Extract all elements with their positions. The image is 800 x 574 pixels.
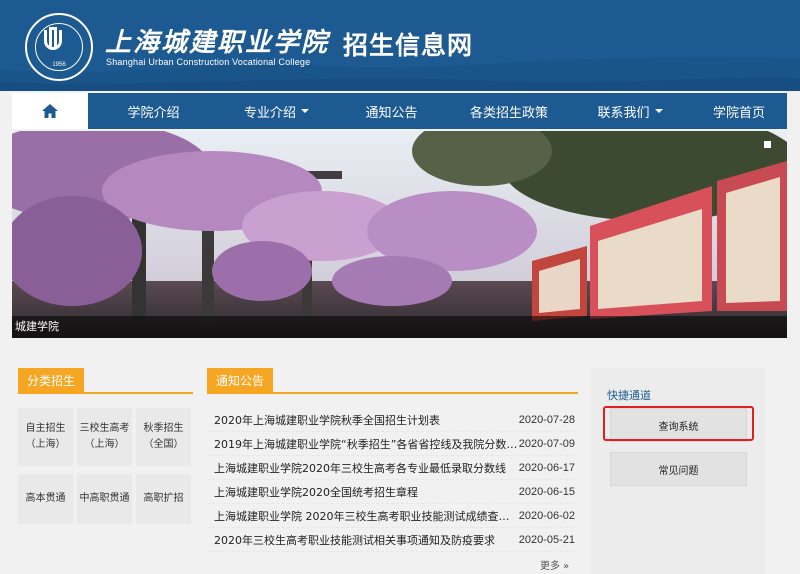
nav-label: 学院介绍	[127, 105, 180, 121]
category-item[interactable]: 中高职贯通	[77, 474, 132, 524]
notice-title[interactable]: 2019年上海城建职业学院“秋季招生”各省省控线及我院分数线...	[214, 436, 519, 452]
button-label: 常见问题	[658, 465, 699, 477]
nav-college-home[interactable]: 学院首页	[691, 93, 787, 129]
slide-indicator[interactable]	[764, 141, 771, 148]
notice-date: 2020-06-15	[518, 485, 575, 498]
college-name-en: Shanghai Urban Construction Vocational C…	[106, 57, 311, 67]
category-item[interactable]: 高职扩招	[136, 474, 191, 524]
category-item[interactable]: 秋季招生 （全国）	[136, 408, 191, 466]
category-item[interactable]: 自主招生 （上海）	[18, 408, 73, 466]
banner-caption: 城建学院	[12, 316, 787, 338]
notice-date: 2020-06-17	[518, 461, 575, 474]
notice-title[interactable]: 上海城建职业学院2020年三校生高考各专业最低录取分数线	[214, 460, 519, 476]
nav-label: 通知公告	[365, 105, 418, 121]
notice-date: 2020-06-02	[518, 509, 575, 522]
notice-title[interactable]: 2020年三校生高考职业技能测试相关事项通知及防疫要求	[214, 532, 519, 548]
nav-notices[interactable]: 通知公告	[334, 93, 449, 129]
home-icon	[42, 104, 58, 118]
categories-header: 分类招生	[18, 366, 193, 394]
notice-date: 2020-05-21	[518, 533, 575, 546]
nav-majors[interactable]: 专业介绍	[219, 93, 334, 129]
nav-label: 联系我们	[597, 105, 650, 121]
site-title: 招生信息网	[343, 31, 474, 60]
faq-button[interactable]: 常见问题	[610, 452, 747, 486]
nav-home[interactable]	[12, 93, 88, 129]
nav-label: 各类招生政策	[469, 105, 548, 121]
notice-row[interactable]: 2020年三校生高考职业技能测试相关事项通知及防疫要求 2020-05-21	[207, 528, 578, 552]
caret-down-icon	[654, 109, 663, 113]
notice-row[interactable]: 2020年上海城建职业学院秋季全国招生计划表 2020-07-28	[207, 408, 578, 432]
banner-slideshow[interactable]: 城建学院	[12, 131, 787, 338]
notice-title[interactable]: 上海城建职业学院 2020年三校生高考职业技能测试成绩查询及...	[214, 508, 519, 524]
notice-row[interactable]: 2019年上海城建职业学院“秋季招生”各省省控线及我院分数线... 2020-0…	[207, 432, 578, 456]
category-item[interactable]: 高本贯通	[18, 474, 73, 524]
main-nav: 学院介绍 专业介绍 通知公告 各类招生政策 联系我们 学院首页	[12, 93, 787, 129]
college-logo[interactable]: 1956	[25, 13, 93, 81]
category-item[interactable]: 三校生高考 （上海）	[77, 408, 132, 466]
notice-row[interactable]: 上海城建职业学院2020全国统考招生章程 2020-06-15	[207, 480, 578, 504]
caret-down-icon	[301, 109, 309, 113]
site-header: 1956 上海城建职业学院 Shanghai Urban Constructio…	[0, 0, 800, 91]
nav-label: 专业介绍	[243, 105, 296, 121]
notice-row[interactable]: 上海城建职业学院 2020年三校生高考职业技能测试成绩查询及... 2020-0…	[207, 504, 578, 528]
nav-contact[interactable]: 联系我们	[569, 93, 691, 129]
college-name-cn: 上海城建职业学院	[105, 28, 330, 58]
highlight-box	[603, 406, 754, 441]
notice-row[interactable]: 上海城建职业学院2020年三校生高考各专业最低录取分数线 2020-06-17	[207, 456, 578, 480]
nav-college-intro[interactable]: 学院介绍	[88, 93, 219, 129]
more-link[interactable]: 更多 »	[540, 557, 569, 572]
nav-policies[interactable]: 各类招生政策	[449, 93, 569, 129]
categories-title: 分类招生	[18, 368, 85, 394]
banner-image	[12, 131, 787, 338]
notice-date: 2020-07-28	[518, 413, 575, 426]
notices-title: 通知公告	[207, 368, 274, 394]
nav-label: 学院首页	[712, 105, 765, 121]
quick-access-title: 快捷通道	[607, 389, 651, 402]
quick-access-panel: 快捷通道 查询系统 常见问题	[590, 368, 765, 574]
notice-title[interactable]: 上海城建职业学院2020全国统考招生章程	[214, 484, 519, 500]
notice-date: 2020-07-09	[518, 437, 575, 450]
notices-header: 通知公告	[207, 366, 578, 394]
logo-year: 1956	[52, 62, 66, 68]
notice-title[interactable]: 2020年上海城建职业学院秋季全国招生计划表	[214, 412, 519, 428]
